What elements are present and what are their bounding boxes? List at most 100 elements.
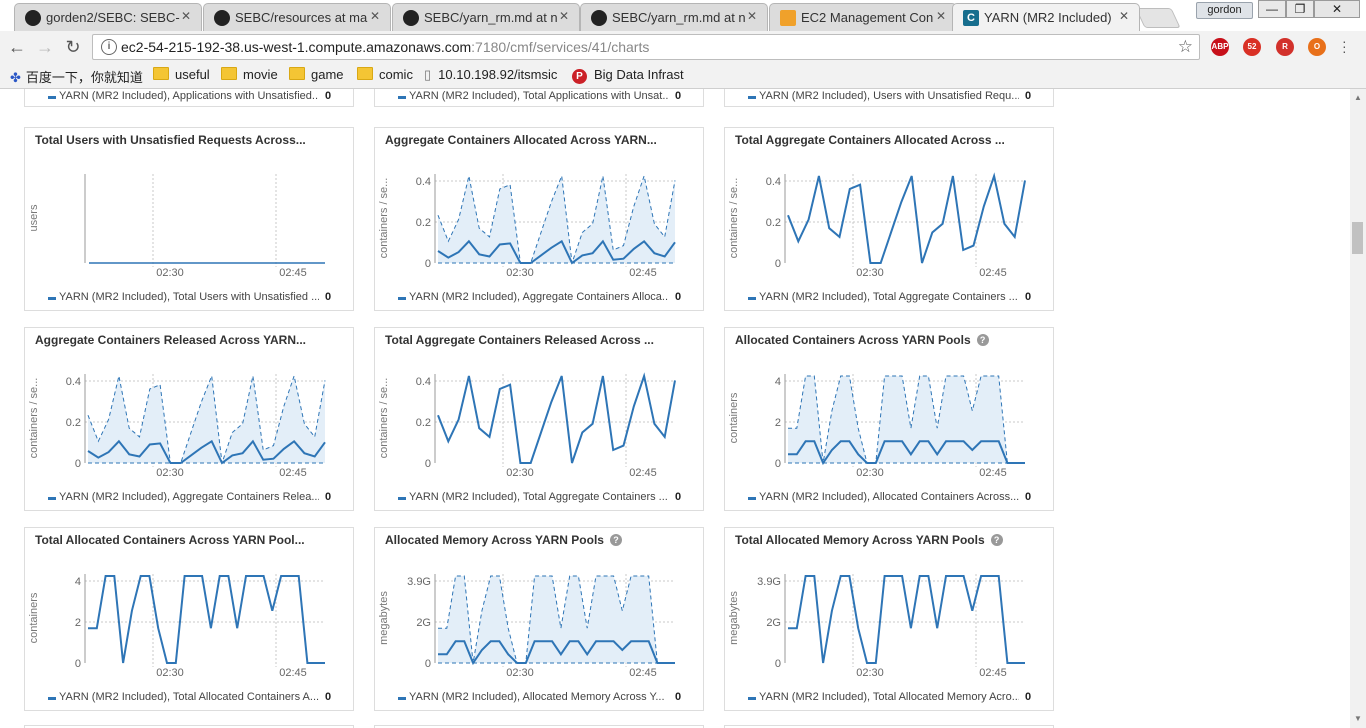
bookmark-item[interactable]: movie (221, 67, 278, 85)
new-tab-button[interactable] (1135, 8, 1181, 28)
series-swatch (748, 96, 756, 99)
browser-tab[interactable]: gorden2/SEBC: SEBC- ✕ (14, 3, 202, 31)
aws-icon (780, 10, 796, 26)
series-swatch (398, 497, 406, 500)
close-tab-icon[interactable]: ✕ (1119, 9, 1129, 23)
y-tick-label: 2G (766, 617, 781, 629)
y-axis-label: containers / se... (378, 378, 390, 459)
legend-text[interactable]: YARN (MR2 Included), Total Users with Un… (59, 291, 319, 303)
chart-legend: YARN (MR2 Included), Total Allocated Con… (25, 691, 355, 705)
close-window-button[interactable]: ✕ (1314, 0, 1360, 18)
tab-label: SEBC/yarn_rm.md at n (612, 10, 746, 25)
bookmark-label: comic (379, 67, 413, 82)
bookmark-item[interactable]: ▯ 10.10.198.92/itsmsic (424, 67, 557, 85)
legend-value: 0 (675, 491, 682, 503)
series-swatch (748, 297, 756, 300)
minimize-button[interactable]: — (1258, 0, 1286, 18)
x-tick-label: 02:30 (856, 467, 884, 479)
extension-icon[interactable]: ABP (1211, 38, 1229, 56)
series-swatch (398, 697, 406, 700)
y-tick-label: 3.9G (407, 576, 431, 588)
chart-legend: YARN (MR2 Included), Allocated Memory Ac… (375, 691, 705, 705)
close-tab-icon[interactable]: ✕ (747, 9, 757, 23)
back-arrow-icon[interactable]: ← (6, 37, 28, 58)
close-tab-icon[interactable]: ✕ (181, 9, 191, 23)
address-bar[interactable]: i ec2-54-215-192-38.us-west-1.compute.am… (92, 34, 1200, 60)
chart-plot: containers / se... 02:30 02:45 0.4 0.2 0 (378, 174, 676, 279)
extension-icon[interactable]: O (1308, 38, 1326, 56)
chart-card: Aggregate Containers Allocated Across YA… (374, 127, 704, 311)
chart-card: Total Users with Unsatisfied Requests Ac… (24, 127, 354, 311)
browser-tab[interactable]: SEBC/yarn_rm.md at n ✕ (392, 3, 580, 31)
bookmark-item[interactable]: comic (357, 67, 413, 85)
tab-label: YARN (MR2 Included) (984, 10, 1112, 25)
x-tick-label: 02:45 (629, 467, 657, 479)
close-tab-icon[interactable]: ✕ (370, 9, 380, 23)
profile-button[interactable]: gordon (1196, 2, 1253, 19)
legend-text[interactable]: YARN (MR2 Included), Total Allocated Con… (59, 691, 319, 703)
y-tick-label: 0.2 (416, 217, 431, 229)
chart-card: Allocated Memory Across YARN Pools? megab… (374, 527, 704, 711)
chart-legend: YARN (MR2 Included), Total Aggregate Con… (725, 291, 1055, 305)
folder-icon (221, 67, 237, 80)
reload-icon[interactable]: ↻ (62, 37, 84, 58)
browser-tab[interactable]: SEBC/resources at ma ✕ (203, 3, 391, 31)
url-text[interactable]: ec2-54-215-192-38.us-west-1.compute.amaz… (121, 39, 649, 55)
legend-text[interactable]: YARN (MR2 Included), Total Aggregate Con… (409, 491, 669, 503)
legend-text[interactable]: YARN (MR2 Included), Total Aggregate Con… (759, 291, 1019, 303)
x-tick-label: 02:45 (279, 267, 307, 279)
browser-tab[interactable]: C YARN (MR2 Included) ✕ (952, 3, 1140, 31)
bookmark-item[interactable]: ✤ 百度一下，你就知道 (10, 67, 143, 85)
scrollbar[interactable] (1350, 89, 1366, 728)
bookmark-item[interactable]: useful (153, 67, 210, 85)
scrollbar-thumb[interactable] (1352, 222, 1363, 254)
scroll-up-icon[interactable]: ▲ (1350, 93, 1366, 107)
extension-icon[interactable]: R (1276, 38, 1294, 56)
legend-text[interactable]: YARN (MR2 Included), Allocated Container… (759, 491, 1019, 503)
x-tick-label: 02:30 (156, 667, 184, 679)
extension-icon[interactable]: 52 (1243, 38, 1261, 56)
legend-value: 0 (325, 491, 332, 503)
legend-value: 0 (325, 90, 332, 102)
tab-strip: gordon — ❐ ✕ gorden2/SEBC: SEBC- ✕ SEBC/re… (0, 0, 1366, 31)
close-tab-icon[interactable]: ✕ (559, 9, 569, 23)
legend-text[interactable]: YARN (MR2 Included), Aggregate Container… (409, 291, 669, 303)
browser-tab[interactable]: SEBC/yarn_rm.md at n ✕ (580, 3, 768, 31)
restore-button[interactable]: ❐ (1286, 0, 1314, 18)
bookmark-star-icon[interactable]: ☆ (1178, 37, 1193, 57)
y-tick-label: 0.4 (766, 176, 781, 188)
y-tick-label: 4 (75, 576, 81, 588)
menu-icon[interactable]: · · · (1342, 34, 1347, 58)
chart-card-partial: YARN (MR2 Included), Users with Unsatisf… (724, 89, 1054, 107)
series-swatch (48, 497, 56, 500)
url-host: ec2-54-215-192-38.us-west-1.compute.amaz… (121, 39, 472, 55)
legend-value: 0 (325, 291, 332, 303)
chart-legend: YARN (MR2 Included), Aggregate Container… (25, 491, 355, 505)
x-tick-label: 02:30 (506, 667, 534, 679)
bookmark-label: useful (175, 67, 210, 82)
series-swatch (48, 297, 56, 300)
legend-text[interactable]: YARN (MR2 Included), Total Allocated Mem… (759, 691, 1019, 703)
browser-tab[interactable]: EC2 Management Con ✕ (769, 3, 957, 31)
series-swatch (48, 697, 56, 700)
bookmark-item[interactable]: P Big Data Infrastructu (572, 67, 684, 85)
y-axis-label: megabytes (728, 591, 740, 645)
info-icon[interactable]: i (101, 39, 117, 55)
y-tick-label: 2 (75, 617, 81, 629)
chart-legend: YARN (MR2 Included), Total Users with Un… (25, 291, 355, 305)
legend-text[interactable]: YARN (MR2 Included), Allocated Memory Ac… (409, 691, 669, 703)
forward-arrow-icon[interactable]: → (34, 37, 56, 58)
bookmark-item[interactable]: game (289, 67, 344, 85)
close-tab-icon[interactable]: ✕ (936, 9, 946, 23)
y-tick-label: 0 (75, 458, 81, 470)
cloudera-icon: C (963, 10, 979, 26)
y-tick-label: 0 (425, 458, 431, 470)
y-tick-label: 0 (75, 658, 81, 670)
x-tick-label: 02:45 (629, 267, 657, 279)
y-tick-label: 0.2 (416, 417, 431, 429)
legend-text[interactable]: YARN (MR2 Included), Aggregate Container… (59, 491, 319, 503)
scroll-down-icon[interactable]: ▼ (1350, 714, 1366, 728)
x-tick-label: 02:45 (629, 667, 657, 679)
series-line (788, 575, 1025, 664)
y-axis-label: users (28, 204, 40, 231)
